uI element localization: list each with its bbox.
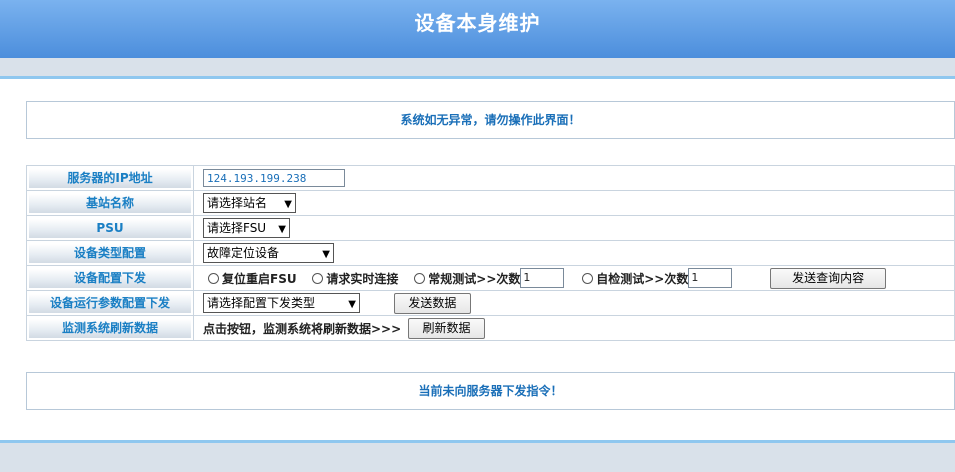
reset-radio[interactable]: [208, 272, 219, 284]
table-row: 监测系统刷新数据 点击按钮，监测系统将刷新数据>>> 刷新数据: [26, 315, 955, 341]
chevron-down-icon: ▼: [284, 199, 292, 210]
selfcheck-radio[interactable]: [582, 272, 594, 284]
chevron-down-icon: ▼: [322, 249, 330, 260]
table-row: PSU 请选择FSU ▼: [26, 215, 955, 241]
config-table: 服务器的IP地址 基站名称 请选择站名 ▼ PSU 请选择FSU ▼ 设备类型配…: [26, 165, 955, 341]
server-ip-input[interactable]: [203, 169, 345, 187]
realtime-option-label: 请求实时连接: [326, 271, 399, 286]
regular-count-input[interactable]: 1: [520, 268, 565, 288]
run-params-select[interactable]: 请选择配置下发类型 ▼: [203, 293, 360, 313]
table-row: 设备类型配置 故障定位设备 ▼: [26, 240, 955, 266]
device-config-label: 设备配置下发: [29, 268, 191, 288]
station-name-selected: 请选择站名: [207, 196, 268, 210]
device-type-selected: 故障定位设备: [207, 246, 280, 260]
psu-label: PSU: [29, 218, 191, 238]
table-row: 设备运行参数配置下发 请选择配置下发类型 ▼ 发送数据: [26, 290, 955, 316]
station-name-select[interactable]: 请选择站名 ▼: [203, 193, 296, 213]
table-row: 服务器的IP地址: [26, 165, 955, 191]
regular-test-radio[interactable]: [414, 272, 426, 284]
send-data-button[interactable]: 发送数据: [393, 292, 471, 314]
selfcheck-count-input[interactable]: 1: [688, 268, 733, 288]
refresh-hint: 点击按钮，监测系统将刷新数据>>>: [203, 321, 402, 336]
server-ip-label: 服务器的IP地址: [29, 168, 191, 188]
send-query-button[interactable]: 发送查询内容: [770, 267, 887, 289]
chevron-down-icon: ▼: [278, 224, 286, 235]
run-params-selected: 请选择配置下发类型: [207, 296, 316, 310]
header-divider: [0, 76, 955, 79]
refresh-label: 监测系统刷新数据: [29, 318, 191, 338]
selfcheck-label: 自检测试>>次数: [596, 271, 689, 286]
page-header: 设备本身维护: [0, 0, 955, 58]
refresh-data-button[interactable]: 刷新数据: [408, 317, 485, 339]
table-row: 设备配置下发 复位重启FSU 请求实时连接 常规测试>>次数 1 自检测试>>次数…: [26, 265, 955, 291]
realtime-radio[interactable]: [312, 272, 324, 284]
run-params-label: 设备运行参数配置下发: [29, 293, 191, 313]
station-name-label: 基站名称: [29, 193, 191, 213]
table-row: 基站名称 请选择站名 ▼: [26, 190, 955, 216]
device-type-select[interactable]: 故障定位设备 ▼: [203, 243, 334, 263]
psu-select[interactable]: 请选择FSU ▼: [203, 218, 290, 238]
device-type-label: 设备类型配置: [29, 243, 191, 263]
page-title: 设备本身维护: [414, 11, 541, 35]
reset-option-label: 复位重启FSU: [222, 271, 297, 286]
header-band: [0, 58, 955, 76]
footer-band: [0, 443, 955, 472]
chevron-down-icon: ▼: [348, 299, 356, 310]
regular-test-label: 常规测试>>次数: [428, 271, 521, 286]
status-notice: 当前未向服务器下发指令！: [26, 372, 955, 410]
warning-notice: 系统如无异常，请勿操作此界面！: [26, 101, 955, 139]
psu-selected: 请选择FSU: [207, 221, 267, 235]
